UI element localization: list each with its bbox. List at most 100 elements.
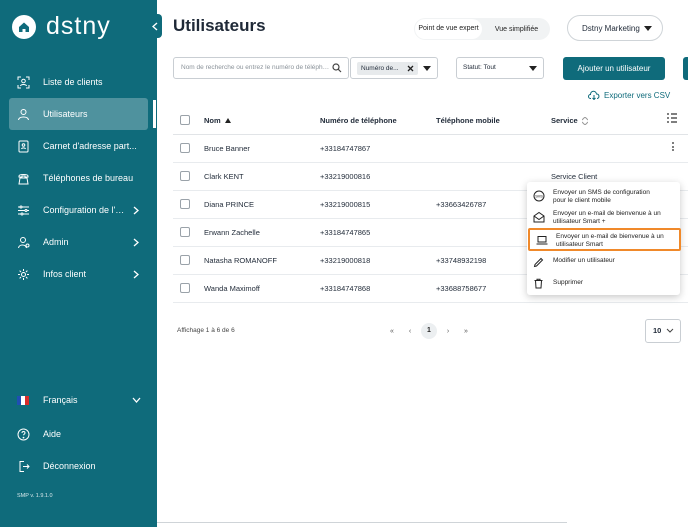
row-checkbox[interactable] — [180, 255, 190, 265]
column-label: Service — [551, 116, 578, 125]
first-page-button[interactable]: « — [383, 328, 401, 335]
horizontal-scrollbar[interactable] — [157, 522, 567, 523]
last-page-button[interactable]: » — [457, 328, 475, 335]
laptop-icon — [535, 233, 548, 246]
column-label: Nom — [204, 116, 221, 125]
cell-mobile: +33663426787 — [436, 200, 487, 209]
menu-item-welcome-smart[interactable]: Envoyer un e-mail de bienvenue à un utili… — [528, 228, 681, 251]
sidebar-item-label: Utilisateurs — [43, 109, 88, 119]
extra-action-button[interactable] — [683, 57, 688, 80]
brand[interactable]: dstny — [12, 12, 111, 41]
svg-text:SMS: SMS — [535, 194, 543, 198]
select-all-checkbox[interactable] — [180, 115, 190, 125]
export-csv-link[interactable]: Exporter vers CSV — [588, 90, 670, 100]
logout-label: Déconnexion — [43, 461, 96, 471]
help-link[interactable]: Aide — [0, 418, 157, 450]
pencil-icon — [532, 256, 545, 269]
sidebar-item-label: Configuration de l'org... — [43, 205, 129, 215]
search-input[interactable]: Nom de recherche ou entrez le numéro de … — [173, 57, 349, 79]
sidebar-item-users[interactable]: Utilisateurs — [9, 98, 148, 130]
phone-filter-select[interactable]: Numéro de... — [350, 57, 438, 79]
mail-open-icon — [532, 210, 545, 223]
cell-name: Clark KENT — [204, 172, 244, 181]
sidebar-bottom: Français Aide Déconnexion — [0, 384, 157, 482]
row-checkbox[interactable] — [180, 171, 190, 181]
row-checkbox[interactable] — [180, 283, 190, 293]
column-settings-icon[interactable] — [666, 112, 678, 126]
row-checkbox[interactable] — [180, 227, 190, 237]
help-circle-icon — [16, 427, 30, 441]
version-label: SMP v. 1.9.1.0 — [17, 493, 53, 499]
pagination-info: Affichage 1 à 6 de 6 — [177, 327, 235, 334]
cell-phone: +33184747867 — [320, 144, 371, 153]
menu-item-label: Envoyer un e-mail de bienvenue à un utili… — [553, 210, 661, 225]
export-label: Exporter vers CSV — [604, 90, 671, 100]
table-row[interactable]: Bruce Banner +33184747867 — [173, 135, 688, 163]
account-selector[interactable]: Dstny Marketing — [567, 15, 663, 41]
logout-link[interactable]: Déconnexion — [0, 450, 157, 482]
sidebar-collapse-button[interactable] — [148, 14, 162, 38]
close-icon[interactable] — [407, 65, 414, 72]
status-select[interactable]: Statut: Tout — [456, 57, 544, 79]
add-user-button[interactable]: Ajouter un utilisateur — [563, 57, 665, 80]
cell-mobile: +33748932198 — [436, 256, 487, 265]
menu-item-send-sms[interactable]: SMS Envoyer un SMS de configuration pour … — [527, 189, 680, 205]
prev-page-button[interactable]: ‹ — [401, 328, 419, 335]
view-expert-option[interactable]: Point de vue expert — [415, 19, 482, 39]
column-label: Téléphone mobile — [436, 116, 500, 125]
sidebar-item-address-book[interactable]: Carnet d'adresse part... — [0, 130, 157, 162]
next-page-button[interactable]: › — [439, 328, 457, 335]
column-header-phone[interactable]: Numéro de téléphone — [320, 116, 397, 125]
search-placeholder: Nom de recherche ou entrez le numéro de … — [181, 64, 331, 71]
column-header-name[interactable]: Nom — [204, 116, 231, 125]
page-size-value: 10 — [653, 326, 662, 335]
row-actions-icon[interactable] — [670, 142, 676, 151]
current-page[interactable]: 1 — [421, 323, 437, 339]
desk-phone-icon — [16, 171, 30, 185]
sidebar-item-desk-phones[interactable]: Téléphones de bureau — [0, 162, 157, 194]
filter-chip: Numéro de... — [357, 61, 418, 75]
home-logo-icon — [12, 14, 36, 39]
sidebar-item-label: Infos client — [43, 269, 87, 279]
row-actions-menu: SMS Envoyer un SMS de configuration pour … — [527, 182, 681, 295]
row-checkbox[interactable] — [180, 199, 190, 209]
admin-user-icon — [16, 235, 30, 249]
sort-asc-icon — [224, 118, 231, 123]
language-label: Français — [43, 395, 78, 405]
caret-down-icon — [423, 66, 431, 71]
page-size-select[interactable]: 10 — [645, 319, 681, 343]
sidebar-item-client-list[interactable]: Liste de clients — [0, 66, 157, 98]
sidebar-item-client-info[interactable]: Infos client — [0, 258, 157, 290]
column-header-mobile[interactable]: Téléphone mobile — [436, 116, 500, 125]
column-header-service[interactable]: Service — [551, 116, 588, 125]
caret-down-icon — [529, 66, 537, 71]
row-checkbox[interactable] — [180, 143, 190, 153]
filter-chip-label: Numéro de... — [361, 64, 399, 72]
menu-item-delete[interactable]: Supprimer — [527, 277, 680, 290]
menu-item-label: Envoyer un SMS de configuration pour le c… — [553, 189, 650, 204]
view-simple-option[interactable]: Vue simplifiée — [483, 26, 550, 33]
menu-item-welcome-smart-plus[interactable]: Envoyer un e-mail de bienvenue à un utili… — [527, 210, 680, 226]
view-toggle: Point de vue expert Vue simplifiée — [414, 18, 550, 40]
app-root: dstny Liste de clients Utilisateurs Carn… — [0, 0, 688, 527]
page-title: Utilisateurs — [173, 16, 266, 35]
cell-service: Service Client — [551, 172, 598, 181]
table-header: Nom Numéro de téléphone Téléphone mobile… — [173, 107, 688, 135]
trash-icon — [532, 277, 545, 290]
sidebar-item-org-config[interactable]: Configuration de l'org... — [0, 194, 157, 226]
column-label: Numéro de téléphone — [320, 116, 397, 125]
language-selector[interactable]: Français — [0, 384, 157, 416]
sliders-icon — [16, 203, 30, 217]
help-label: Aide — [43, 429, 62, 439]
search-icon[interactable] — [332, 63, 342, 73]
sidebar-nav: Liste de clients Utilisateurs Carnet d'a… — [0, 66, 157, 290]
sidebar-item-admin[interactable]: Admin — [0, 226, 157, 258]
chevron-right-icon — [129, 270, 143, 279]
sidebar: dstny Liste de clients Utilisateurs Carn… — [0, 0, 157, 527]
cell-name: Natasha ROMANOFF — [204, 256, 277, 265]
sms-icon: SMS — [532, 189, 545, 202]
cloud-download-icon — [588, 90, 600, 100]
menu-item-edit-user[interactable]: Modifier un utilisateur — [527, 256, 680, 269]
menu-item-label: Envoyer un e-mail de bienvenue à un utili… — [556, 233, 664, 248]
pagination: « ‹ 1 › » — [383, 323, 475, 339]
